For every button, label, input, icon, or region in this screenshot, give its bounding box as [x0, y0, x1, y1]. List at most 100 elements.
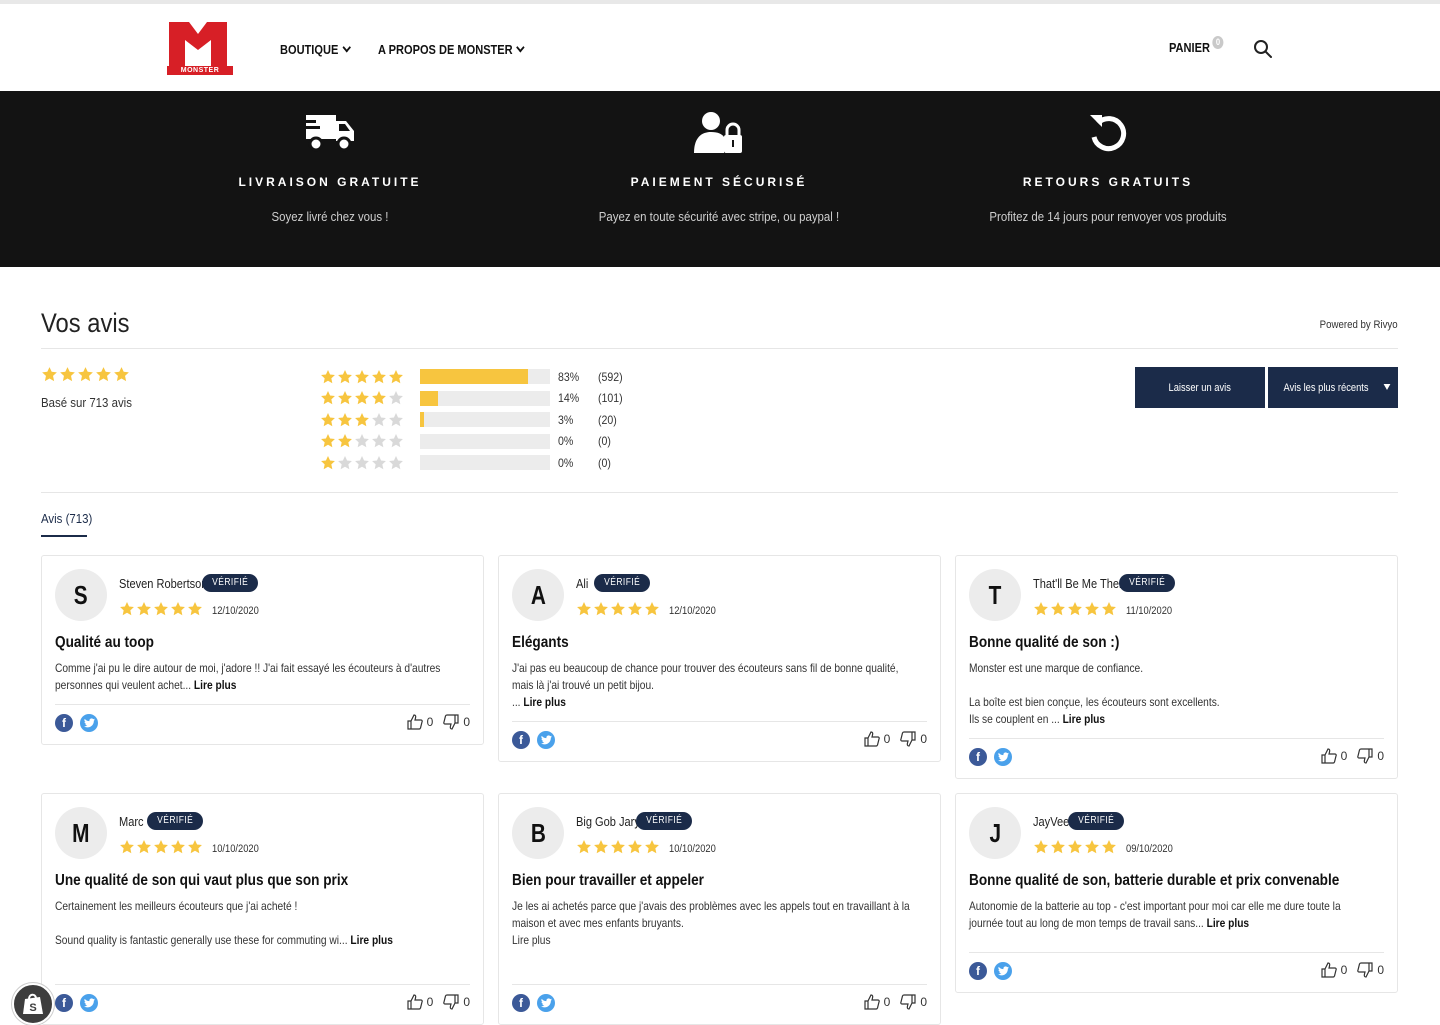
star-filled-icon [154, 602, 168, 616]
review-date: 10/10/2020 [669, 843, 716, 855]
monster-logo[interactable]: MONSTER [167, 20, 233, 76]
read-more-link[interactable]: Lire plus [1063, 712, 1106, 726]
read-more-link[interactable]: Lire plus [194, 678, 237, 692]
thumbs-down-icon [443, 714, 459, 730]
feature-retours: RETOURS GRATUITS Profitez de 14 jours po… [908, 91, 1308, 224]
histogram-row[interactable]: 83% (592) [320, 366, 626, 388]
thumbs-down-icon [1357, 748, 1373, 764]
dislike-button[interactable]: 0 [443, 994, 470, 1010]
review-text-line: Sound quality is fantastic generally use… [55, 933, 348, 947]
reviewer-name: Marc [119, 814, 144, 829]
star-filled-icon [1051, 602, 1065, 616]
review-title: Bonne qualité de son, batterie durable e… [969, 872, 1340, 889]
review-title: Elégants [512, 634, 569, 651]
twitter-share-icon[interactable] [994, 748, 1012, 766]
main-nav: BOUTIQUE A PROPOS DE MONSTER [280, 42, 549, 57]
review-date: 10/10/2020 [212, 843, 259, 855]
review-text-line: Je les ai achetés parce que j'avais des … [512, 899, 910, 930]
dislike-button[interactable]: 0 [900, 731, 927, 747]
facebook-share-icon[interactable]: f [55, 994, 73, 1012]
twitter-share-icon[interactable] [994, 962, 1012, 980]
like-button[interactable]: 0 [1321, 748, 1347, 764]
twitter-share-icon[interactable] [537, 994, 555, 1012]
search-icon[interactable] [1253, 39, 1273, 59]
star-filled-icon [321, 369, 335, 383]
twitter-bird-icon [83, 718, 95, 728]
twitter-share-icon[interactable] [80, 714, 98, 732]
based-on-count: Basé sur 713 avis [41, 395, 132, 410]
star-filled-icon [96, 367, 111, 382]
star-filled-icon [1102, 840, 1116, 854]
histogram-count: (20) [598, 412, 617, 427]
star-filled-icon [1085, 602, 1099, 616]
card-divider [969, 952, 1384, 953]
vote-buttons: 0 0 [864, 731, 927, 747]
read-more-link[interactable]: Lire plus [1207, 916, 1250, 930]
dislike-button[interactable]: 0 [900, 994, 927, 1010]
review-text-line: La boîte est bien conçue, les écouteurs … [969, 695, 1220, 709]
reviews-title: Vos avis [41, 308, 130, 338]
reviewer-name: Steven Robertson [119, 576, 208, 591]
read-more-link[interactable]: Lire plus [350, 933, 393, 947]
twitter-share-icon[interactable] [537, 731, 555, 749]
dislike-button[interactable]: 0 [1357, 748, 1384, 764]
chevron-down-icon [342, 42, 351, 53]
histogram-bar [420, 455, 550, 471]
twitter-bird-icon [540, 998, 552, 1008]
histogram-row[interactable]: 3% (20) [320, 409, 626, 431]
dislike-button[interactable]: 0 [1357, 962, 1384, 978]
nav-a-propos[interactable]: A PROPOS DE MONSTER [378, 42, 525, 57]
histogram-count: (0) [598, 455, 611, 470]
sort-reviews-label: Avis les plus récents [1283, 381, 1369, 394]
read-more-link[interactable]: Lire plus [523, 695, 566, 709]
facebook-share-icon[interactable]: f [969, 962, 987, 980]
dislike-count: 0 [1377, 963, 1384, 977]
share-buttons: f [969, 962, 1012, 980]
facebook-share-icon[interactable]: f [969, 748, 987, 766]
like-button[interactable]: 0 [864, 731, 890, 747]
avatar-initial: B [530, 817, 546, 848]
feature-title: LIVRAISON GRATUITE [238, 175, 422, 189]
like-button[interactable]: 0 [1321, 962, 1347, 978]
cart-label: PANIER [1169, 40, 1210, 55]
return-arrow-icon [1090, 115, 1127, 152]
histogram-row[interactable]: 0% (0) [320, 452, 626, 474]
star-empty-icon [372, 412, 386, 426]
like-count: 0 [883, 995, 891, 1009]
nav-boutique[interactable]: BOUTIQUE [280, 42, 351, 57]
histogram-row[interactable]: 0% (0) [320, 431, 626, 453]
average-rating-stars [41, 366, 130, 383]
review-card: M Marc VÉRIFIÉ 10/10/2020 Une qualité de… [41, 793, 484, 1025]
star-filled-icon [628, 840, 642, 854]
facebook-share-icon[interactable]: f [55, 714, 73, 732]
thumbs-down-icon [900, 731, 916, 747]
caret-down-icon [1383, 384, 1391, 390]
star-filled-icon [137, 840, 151, 854]
powered-by[interactable]: Powered by Rivyo [1320, 319, 1398, 331]
histogram-row[interactable]: 14% (101) [320, 388, 626, 410]
like-button[interactable]: 0 [407, 714, 433, 730]
review-card: T That'll Be Me Then VÉRIFIÉ 11/10/2020 … [955, 555, 1398, 779]
feature-title: PAIEMENT SÉCURISÉ [630, 175, 808, 189]
verified-label: VÉRIFIÉ [212, 577, 249, 588]
star-filled-icon [114, 367, 129, 382]
twitter-share-icon[interactable] [80, 994, 98, 1012]
shopify-badge[interactable]: S [12, 983, 54, 1025]
like-button[interactable]: 0 [864, 994, 891, 1010]
verified-badge: VÉRIFIÉ [1119, 574, 1176, 592]
review-stars [119, 601, 203, 617]
truck-icon [304, 115, 354, 152]
facebook-share-icon[interactable]: f [512, 994, 530, 1012]
like-button[interactable]: 0 [407, 994, 433, 1010]
dislike-count: 0 [463, 995, 470, 1009]
write-review-button[interactable]: Laisser un avis [1135, 367, 1265, 408]
twitter-bird-icon [83, 998, 95, 1008]
star-filled-icon [338, 412, 352, 426]
star-filled-icon [42, 367, 57, 382]
tab-reviews[interactable]: Avis (713) [41, 511, 92, 526]
dislike-button[interactable]: 0 [443, 714, 470, 730]
sort-reviews-dropdown[interactable]: Avis les plus récents [1268, 367, 1398, 408]
cart-link[interactable]: PANIER 0 [1169, 36, 1224, 55]
facebook-share-icon[interactable]: f [512, 731, 530, 749]
avatar-initial: J [989, 817, 1001, 848]
